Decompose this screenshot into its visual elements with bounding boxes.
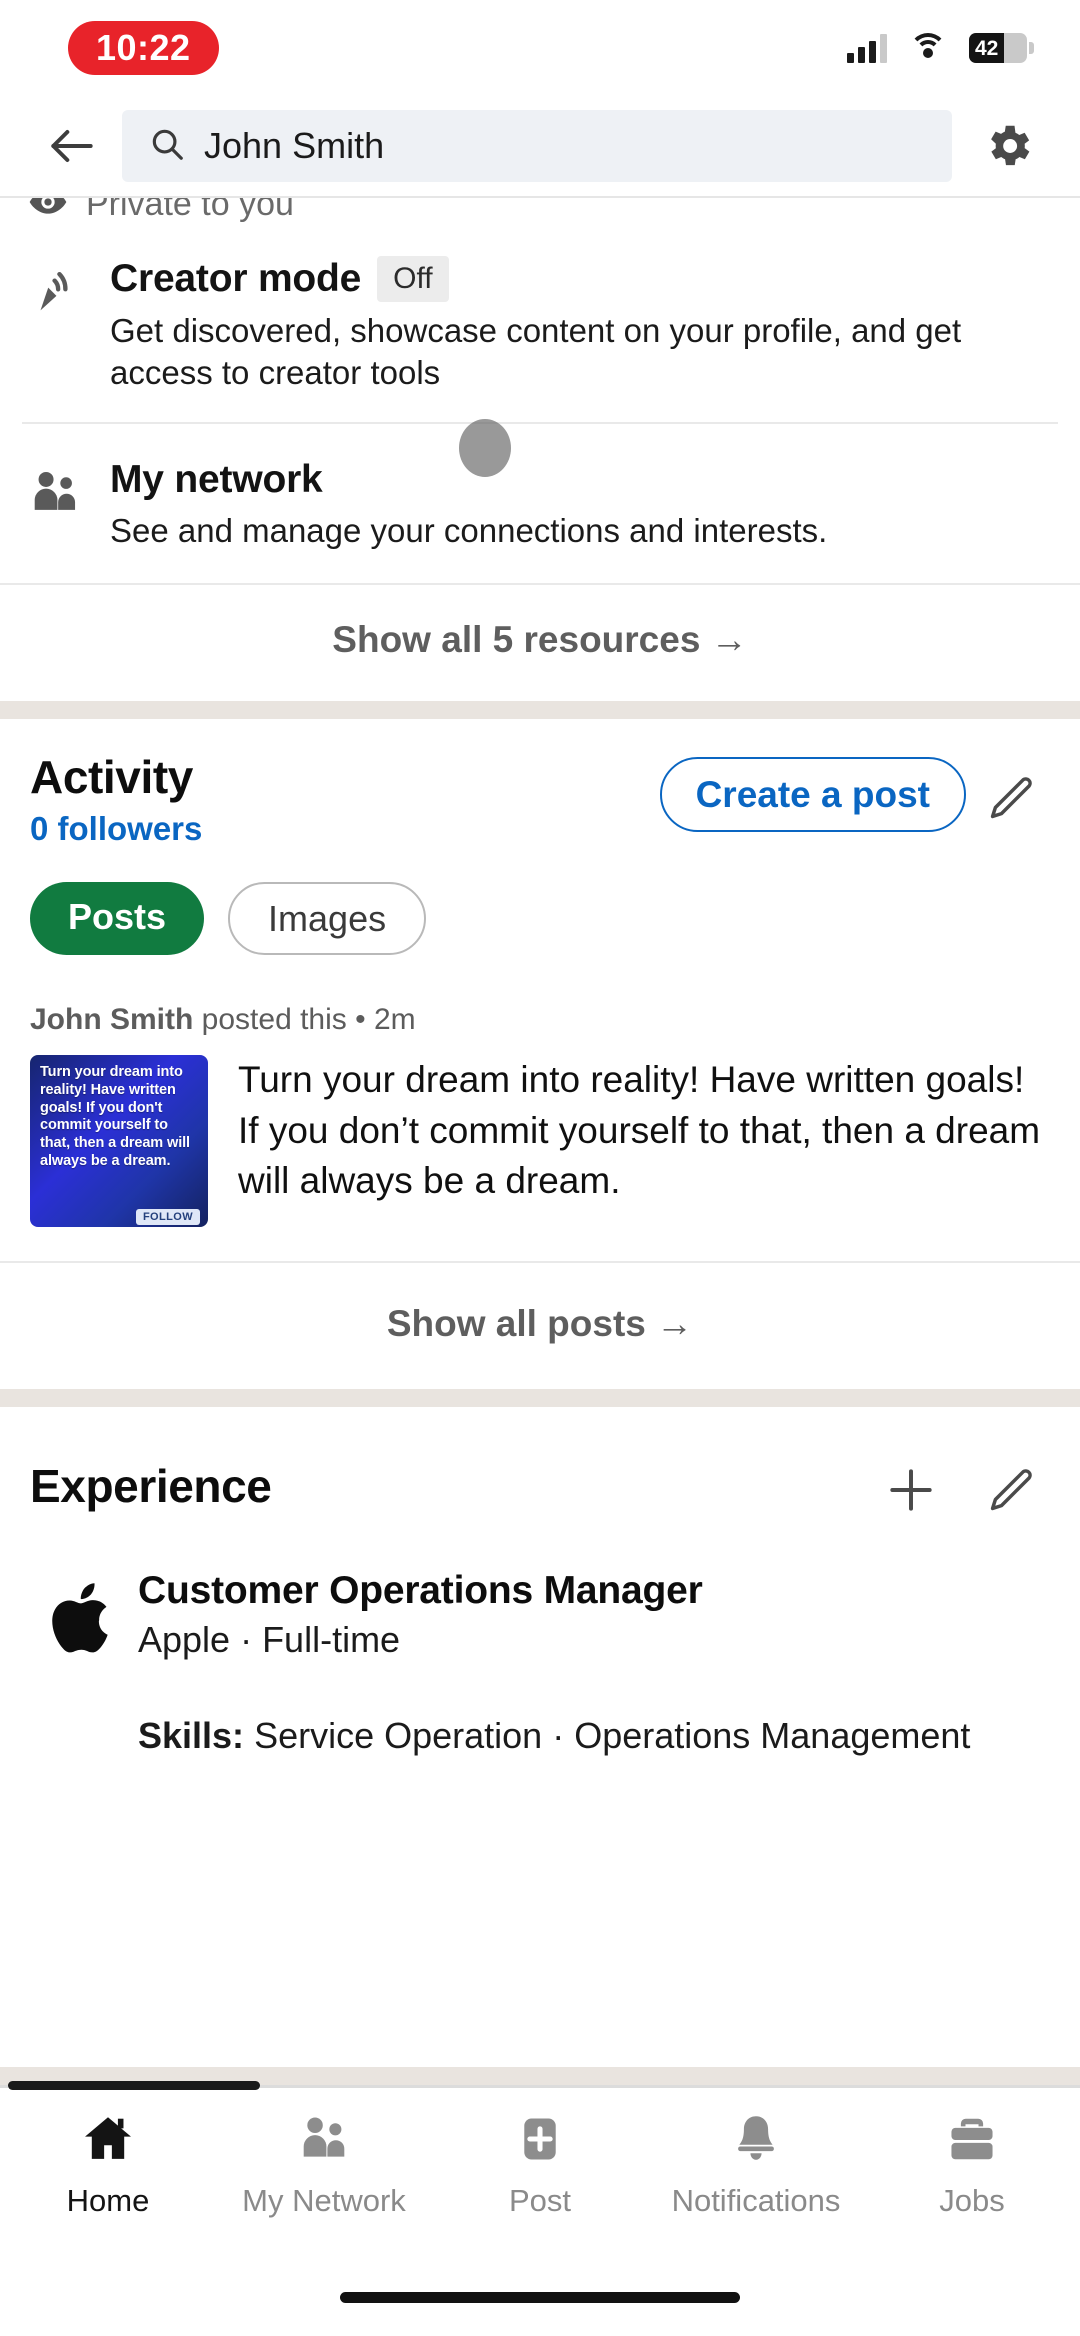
edit-activity-pencil-icon[interactable] [972,759,1050,837]
section-band [0,700,1080,719]
experience-section: Experience Customer Operations Manager A… [0,1407,1080,1760]
resource-body: My network See and manage your connectio… [110,458,1052,552]
post-thumbnail-follow-badge: FOLLOW [135,1209,200,1226]
briefcase-icon [943,2110,1001,2173]
nav-tab-notifications[interactable]: Notifications [648,2088,864,2258]
post-thumbnail-text: Turn your dream into reality! Have writt… [40,1064,190,1169]
nav-tab-label: Home [66,2183,150,2218]
add-experience-plus-icon[interactable] [872,1451,950,1529]
nav-top-line [0,2081,1080,2090]
post-thumbnail-image[interactable]: Turn your dream into reality! Have writt… [30,1055,208,1228]
bottom-nav-wrap: Home My Network Post Notifications Jobs [0,2067,1080,2336]
experience-header: Experience [30,1407,1050,1529]
battery-percent: 42 [975,36,999,60]
nav-tab-label: Jobs [939,2183,1005,2218]
status-clock: 10:22 [68,21,219,75]
private-to-you-row: Private to you [0,198,1080,226]
activity-filter-pills: Posts Images [30,881,1050,956]
broadcast-icon [24,256,86,394]
experience-skills-label: Skills: [138,1715,245,1757]
resource-subtitle: Get discovered, showcase content on your… [110,312,962,392]
search-input[interactable]: John Smith [122,110,952,182]
experience-title: Experience [30,1459,272,1512]
home-indicator-area [0,2258,1080,2336]
create-a-post-button[interactable]: Create a post [659,756,966,832]
home-indicator[interactable] [340,2291,740,2303]
apple-logo-icon [30,1569,138,1760]
search-input-value: John Smith [204,125,385,166]
people-icon [24,458,86,552]
bell-icon [727,2110,785,2173]
resource-item-creator-mode[interactable]: Creator mode Off Get discovered, showcas… [0,226,1080,422]
bottom-navigation-bar: Home My Network Post Notifications Jobs [0,2088,1080,2258]
nav-tab-label: Post [508,2183,572,2218]
arrow-right-icon: → [656,1303,694,1345]
resource-title: Creator mode [110,257,362,300]
filter-pill-images[interactable]: Images [228,881,427,956]
creator-mode-status-badge: Off [377,256,449,302]
wifi-icon [909,33,947,63]
private-to-you-label: Private to you [86,198,294,223]
eye-icon [28,198,68,226]
activity-title: Activity [30,750,193,803]
show-all-posts-button[interactable]: Show all posts → [0,1263,1080,1389]
resource-title: My network [110,458,323,502]
activity-post-item[interactable]: Turn your dream into reality! Have writt… [30,1055,1050,1228]
experience-item[interactable]: Customer Operations Manager Apple · Full… [30,1529,1050,1760]
filter-pill-posts[interactable]: Posts [30,881,205,956]
battery-icon: 42 [969,33,1034,63]
experience-role: Customer Operations Manager [138,1569,703,1613]
phone-screen: 10:22 42 John Smith Private to you Creat… [0,0,1080,2336]
post-meta-rest: posted this • 2m [193,1003,416,1037]
followers-link[interactable]: 0 followers [30,810,660,848]
nav-tab-label: Notifications [671,2183,841,2218]
nav-tab-jobs[interactable]: Jobs [864,2088,1080,2258]
post-text: Turn your dream into reality! Have writt… [238,1059,1041,1201]
experience-skills: Skills: Service Operation · Operations M… [138,1713,1050,1760]
experience-skills-value: Service Operation · Operations Managemen… [244,1715,971,1757]
resource-item-my-network[interactable]: My network See and manage your connectio… [0,424,1080,582]
nav-tab-label: My Network [242,2183,406,2218]
post-meta: John Smith posted this • 2m [30,1003,1050,1037]
nav-tab-my-network[interactable]: My Network [216,2088,432,2258]
gear-icon[interactable] [966,104,1050,188]
people-icon [295,2110,353,2173]
show-all-resources-label: Show all 5 resources [332,618,701,660]
edit-experience-pencil-icon[interactable] [972,1451,1050,1529]
active-tab-indicator [8,2081,260,2090]
nav-tab-post[interactable]: Post [432,2088,648,2258]
post-plus-icon [511,2110,569,2173]
activity-header: Activity 0 followers Create a post [30,719,1050,848]
back-arrow-icon[interactable] [30,104,114,188]
resource-body: Creator mode Off Get discovered, showcas… [110,256,1052,394]
show-all-posts-label: Show all posts [386,1303,646,1345]
nav-tab-home[interactable]: Home [0,2088,216,2258]
post-author: John Smith [30,1003,194,1037]
status-bar: 10:22 42 [0,0,1080,96]
activity-section: Activity 0 followers Create a post Posts… [0,719,1080,1228]
resource-subtitle: See and manage your connections and inte… [110,512,828,550]
section-band [0,1389,1080,1408]
status-icons: 42 [847,33,1034,63]
show-all-resources-button[interactable]: Show all 5 resources → [0,585,1080,701]
arrow-right-icon: → [710,618,748,660]
search-icon [148,125,186,168]
experience-body: Customer Operations Manager Apple · Full… [138,1569,1050,1760]
app-header: John Smith [0,96,1080,196]
home-icon [79,2110,137,2173]
experience-company: Apple · Full-time [138,1619,401,1661]
signal-bars-icon [847,33,887,63]
profile-scroll-content[interactable]: Private to you Creator mode Off Get disc… [0,198,1080,2067]
